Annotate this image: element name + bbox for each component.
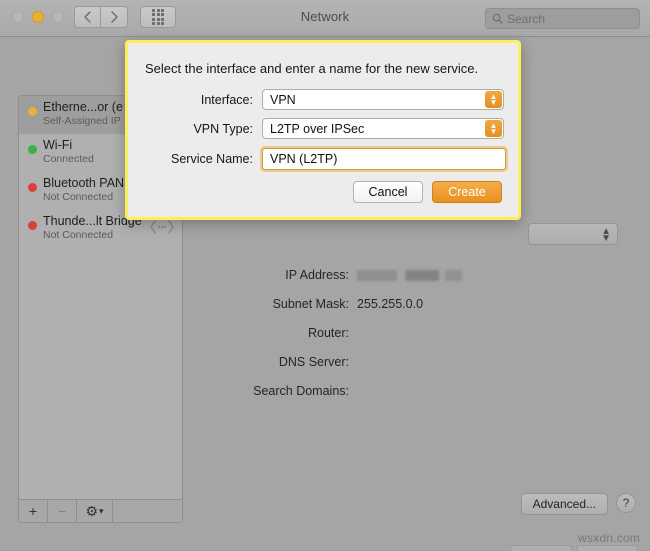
field-value-ip-address — [357, 268, 462, 282]
vpn-type-label: VPN Type: — [193, 121, 253, 136]
status-dot-amber-icon — [28, 107, 37, 116]
network-preferences-window: Network Search assigned IPnect to the ▲▼… — [0, 0, 650, 551]
search-input[interactable]: Search — [485, 8, 640, 29]
advanced-button[interactable]: Advanced... — [520, 493, 608, 515]
dialog-buttons: Cancel Create — [353, 181, 502, 203]
field-label: Subnet Mask: — [272, 296, 349, 311]
watermark: wsxdn.com — [578, 531, 640, 545]
interface-row: Interface: VPN ▲ ▼ — [128, 89, 518, 110]
gear-icon: ⚙ — [85, 502, 99, 519]
field-label: Search Domains: — [253, 383, 349, 398]
field-row: DNS Server: — [192, 347, 612, 376]
interface-value: VPN — [270, 92, 296, 107]
field-label: Router: — [308, 325, 349, 340]
field-label: IP Address: — [285, 267, 349, 282]
field-row: IP Address: — [192, 260, 612, 289]
chevron-updown-icon: ▲ ▼ — [485, 120, 502, 137]
field-row: Router: — [192, 318, 612, 347]
chevron-updown-icon: ▲ ▼ — [601, 226, 611, 244]
service-name-row: Service Name: VPN (L2TP) — [128, 148, 518, 170]
remove-service-button[interactable]: − — [48, 500, 77, 522]
new-service-dialog: Select the interface and enter a name fo… — [125, 40, 521, 220]
help-button[interactable]: ? — [616, 493, 636, 513]
service-name-input[interactable]: VPN (L2TP) — [262, 148, 506, 170]
add-service-button[interactable]: + — [19, 500, 48, 522]
sidebar-toolbar: + − ⚙ ▾ — [19, 499, 182, 522]
dialog-title: Select the interface and enter a name fo… — [145, 61, 479, 76]
interface-label: Interface: — [200, 92, 253, 107]
revert-button[interactable]: Revert — [510, 545, 572, 551]
status-dot-green-icon — [28, 145, 37, 154]
chevron-updown-icon: ▲ ▼ — [485, 91, 502, 108]
apply-button[interactable]: Apply — [576, 545, 638, 551]
configure-ipv4-popup[interactable]: ▲ ▼ — [528, 223, 618, 245]
chevron-down-icon: ▾ — [99, 505, 104, 516]
interface-select[interactable]: VPN ▲ ▼ — [262, 89, 504, 110]
vpn-type-row: VPN Type: L2TP over IPSec ▲ ▼ — [128, 118, 518, 139]
redacted-value — [357, 269, 462, 281]
search-icon — [492, 13, 503, 24]
status-dot-red-icon — [28, 183, 37, 192]
search-placeholder: Search — [507, 11, 546, 26]
cancel-button[interactable]: Cancel — [353, 181, 423, 203]
network-info-fields: IP Address: Subnet Mask: 255.255.0.0 Rou… — [192, 260, 612, 405]
create-button[interactable]: Create — [432, 181, 502, 203]
thunderbolt-icon — [150, 220, 174, 239]
field-row: Subnet Mask: 255.255.0.0 — [192, 289, 612, 318]
service-actions-button[interactable]: ⚙ ▾ — [77, 500, 113, 522]
field-value-subnet-mask: 255.255.0.0 — [357, 296, 424, 311]
status-dot-red-icon — [28, 221, 37, 230]
vpn-type-value: L2TP over IPSec — [270, 121, 365, 136]
field-label: DNS Server: — [278, 354, 349, 369]
service-name-value: VPN (L2TP) — [270, 152, 338, 166]
vpn-type-select[interactable]: L2TP over IPSec ▲ ▼ — [262, 118, 504, 139]
field-row: Search Domains: — [192, 376, 612, 405]
title-bar: Network Search — [0, 0, 650, 37]
service-name-label: Service Name: — [171, 152, 253, 166]
